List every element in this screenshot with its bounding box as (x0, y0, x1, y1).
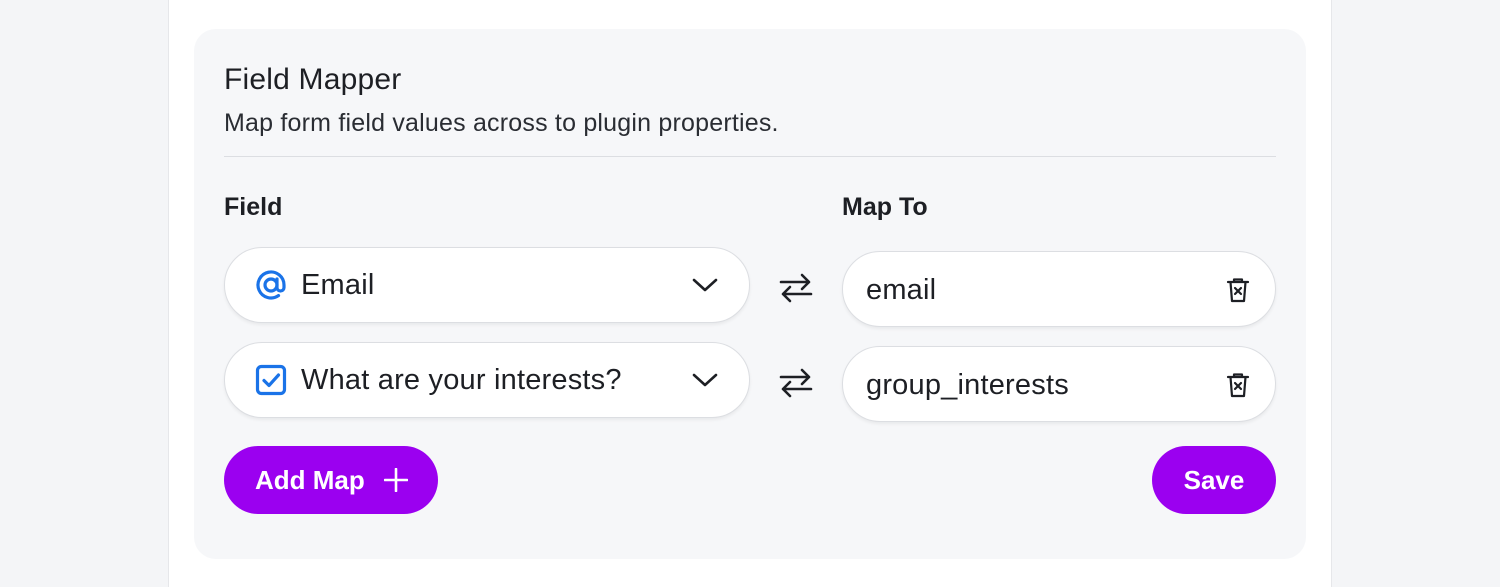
field-select-email[interactable]: Email (224, 247, 750, 323)
at-sign-icon (255, 269, 287, 301)
map-to-field-interests[interactable]: group_interests (842, 346, 1276, 422)
map-to-column-label: Map To (842, 193, 928, 221)
map-to-field-email[interactable]: email (842, 251, 1276, 327)
checkbox-checked-icon (255, 364, 287, 396)
map-to-input[interactable]: email (866, 274, 1186, 307)
delete-map-trash-icon[interactable] (1225, 276, 1251, 304)
field-select-value: What are your interests? (301, 363, 622, 396)
swap-arrows-icon (778, 365, 814, 401)
panel-title: Field Mapper (224, 63, 402, 96)
delete-map-trash-icon[interactable] (1225, 371, 1251, 399)
field-column-label: Field (224, 193, 283, 221)
add-map-button[interactable]: Add Map (224, 446, 438, 514)
map-to-input[interactable]: group_interests (866, 369, 1186, 402)
divider (224, 156, 1276, 157)
field-select-value: Email (301, 268, 375, 301)
add-map-label: Add Map (255, 464, 365, 495)
chevron-down-icon (691, 271, 719, 299)
field-mapper-panel: Field Mapper Map form field values acros… (194, 29, 1306, 559)
chevron-down-icon (691, 366, 719, 394)
swap-arrows-icon (778, 270, 814, 306)
save-label: Save (1183, 464, 1245, 495)
panel-subtitle: Map form field values across to plugin p… (224, 109, 779, 137)
plus-icon (383, 467, 409, 493)
field-select-interests[interactable]: What are your interests? (224, 342, 750, 418)
save-button[interactable]: Save (1152, 446, 1276, 514)
